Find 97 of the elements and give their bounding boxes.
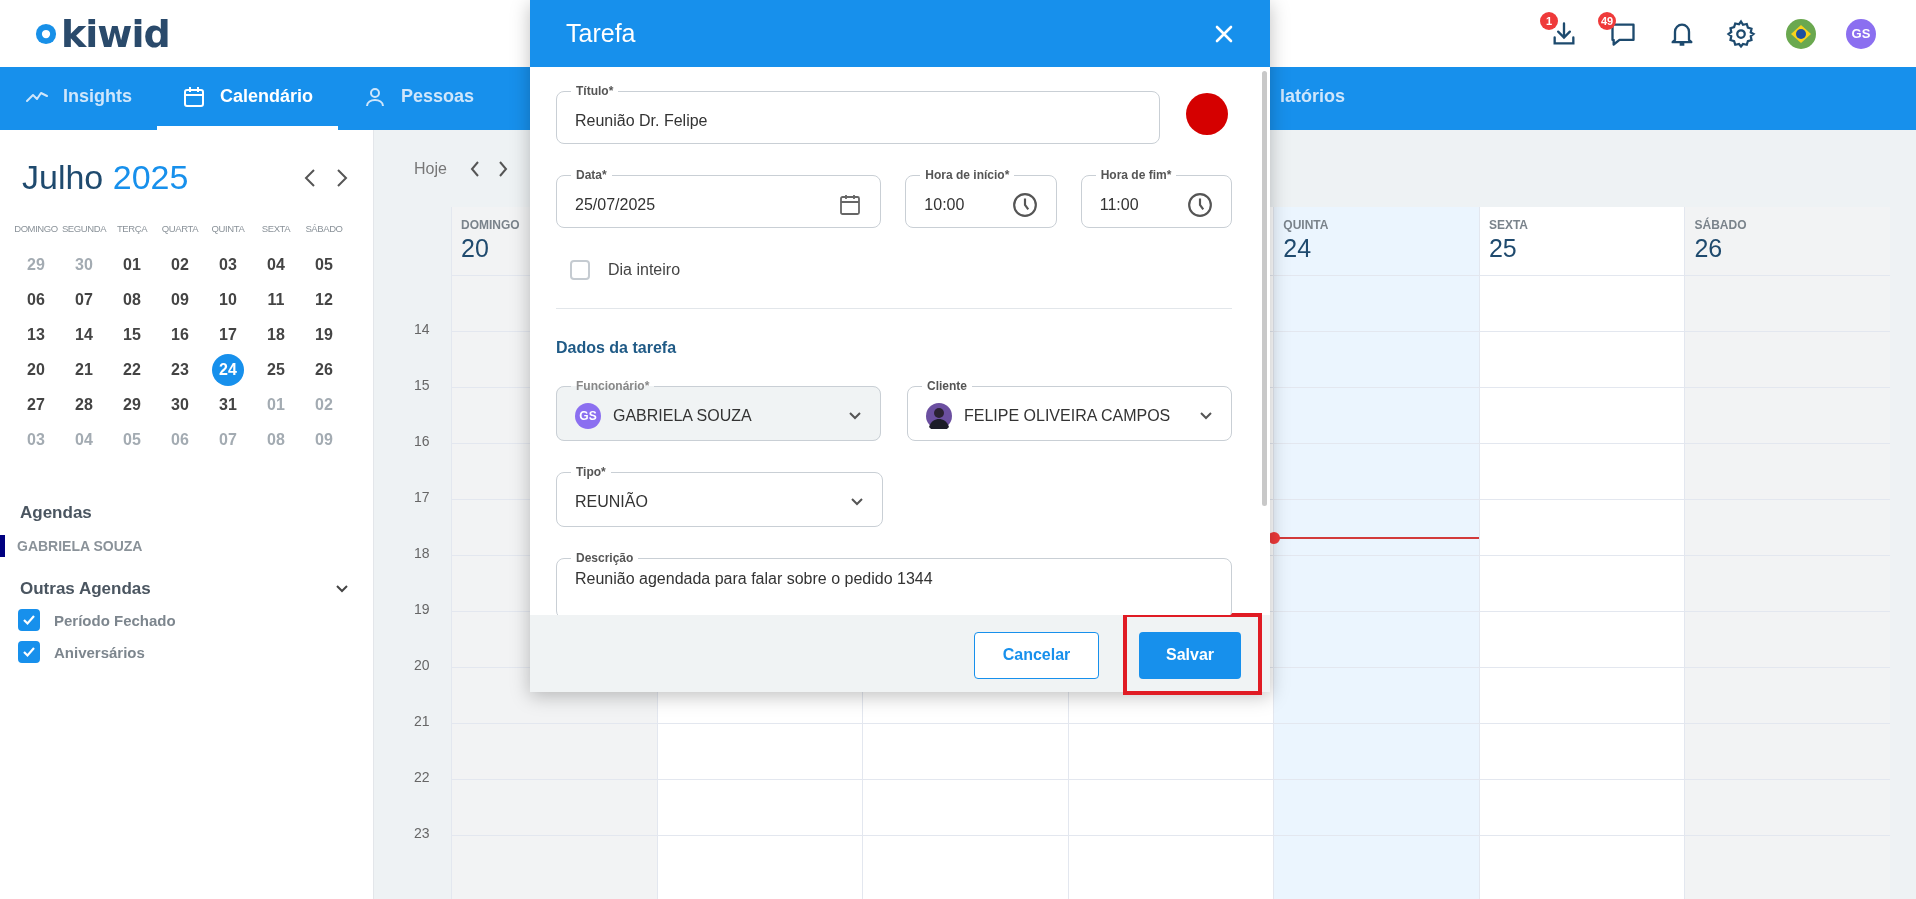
dialog-title: Tarefa: [566, 19, 636, 48]
previous-icon[interactable]: [303, 166, 317, 189]
calendar-day[interactable]: 10: [212, 283, 244, 316]
hour-label: 17: [414, 489, 430, 505]
calendar-day[interactable]: 02: [164, 248, 196, 281]
next-icon[interactable]: [335, 166, 349, 189]
start-time-field[interactable]: Hora de início* 10:00: [905, 167, 1057, 228]
calendar-day[interactable]: 22: [116, 353, 148, 386]
notification-badge: 1: [1540, 11, 1558, 30]
calendar-day[interactable]: 29: [116, 388, 148, 421]
calendar-icon: [182, 84, 206, 109]
chevron-icon: [848, 410, 862, 421]
checkbox-label: Dia inteiro: [608, 261, 681, 279]
weekday-label: DOMINGO: [13, 223, 59, 236]
calendar-day[interactable]: 27: [20, 388, 52, 421]
month-title: Julho 2025: [22, 158, 189, 197]
day-name: SÁBADO: [1694, 218, 1748, 232]
hour-label: 15: [414, 377, 430, 393]
hour-label: 23: [414, 825, 430, 841]
calendar-day[interactable]: 18: [260, 318, 292, 351]
weekday-label: SÁBADO: [304, 223, 344, 236]
calendar-day[interactable]: 28: [68, 388, 100, 421]
color-swatch[interactable]: [1186, 92, 1228, 135]
avatar-icon: [926, 402, 952, 429]
flag-icon[interactable]: [1786, 18, 1816, 49]
day-number: 20: [461, 234, 490, 263]
calendar-day[interactable]: 07: [68, 283, 100, 316]
weekday-label: TERÇA: [115, 223, 149, 236]
chevron-icon: [1199, 410, 1213, 421]
section-heading: Dados da tarefa: [556, 339, 678, 357]
weekday-label: QUINTA: [210, 223, 246, 236]
checkbox[interactable]: [18, 609, 40, 631]
checkbox-label: Aniversários: [54, 643, 145, 661]
today-button[interactable]: Hoje: [414, 159, 447, 178]
hour-label: 14: [414, 321, 430, 337]
day-number: 26: [1694, 234, 1724, 263]
calendar-day[interactable]: 21: [68, 353, 100, 386]
hour-label: 19: [414, 601, 430, 617]
checkbox-label: Período Fechado: [54, 611, 176, 629]
calendar-day[interactable]: 12: [308, 283, 340, 316]
calendar-day[interactable]: 14: [68, 318, 100, 351]
calendar-day[interactable]: 04: [260, 248, 292, 281]
hour-label: 16: [414, 433, 430, 449]
clock-icon: [1187, 191, 1213, 218]
calendar-day[interactable]: 11: [260, 283, 292, 316]
calendar-day[interactable]: 05: [308, 248, 340, 281]
calendar-day[interactable]: 01: [116, 248, 148, 281]
notification-badge: 49: [1598, 11, 1616, 30]
section-heading: Outras Agendas: [20, 579, 151, 599]
date-field[interactable]: Data* 25/07/2025: [556, 167, 882, 228]
close-icon[interactable]: [1214, 23, 1234, 44]
calendar-day[interactable]: 25: [260, 353, 292, 386]
end-time-field[interactable]: Hora de fim* 11:00: [1080, 167, 1232, 228]
hour-label: 22: [414, 769, 430, 785]
calendar-day[interactable]: 13: [20, 318, 52, 351]
day-name: SEXTA: [1488, 218, 1529, 232]
calendar-day[interactable]: 19: [308, 318, 340, 351]
hour-label: 20: [414, 657, 430, 673]
calendar-day[interactable]: 08: [116, 283, 148, 316]
calendar-day[interactable]: 23: [164, 353, 196, 386]
calendar-day[interactable]: 31: [212, 388, 244, 421]
checkbox[interactable]: [18, 641, 40, 663]
weekday-label: SEGUNDA: [60, 223, 108, 236]
checkbox[interactable]: [570, 260, 590, 280]
user-avatar[interactable]: GS: [1846, 18, 1876, 49]
type-select[interactable]: Tipo* REUNIÃO: [556, 464, 883, 527]
settings-icon[interactable]: [1726, 18, 1756, 49]
calendar-day[interactable]: 03: [212, 248, 244, 281]
user-avatar: GS: [575, 402, 601, 429]
weekday-label: SEXTA: [260, 223, 292, 236]
chevron-icon[interactable]: [335, 584, 349, 594]
calendar-day[interactable]: 15: [116, 318, 148, 351]
clock-icon: [1011, 191, 1038, 218]
day-number: 25: [1488, 234, 1518, 263]
description-field[interactable]: Descrição Reunião agendada para falar sobre o pedido 1344: [556, 550, 1232, 615]
next-icon[interactable]: [496, 159, 509, 178]
hour-label: 21: [414, 713, 430, 729]
calendar-icon: [838, 192, 863, 217]
title-field[interactable]: Título* Reunião Dr. Felipe: [556, 83, 1160, 144]
day-number: 24: [1283, 234, 1313, 263]
calendar-day[interactable]: 26: [308, 353, 340, 386]
logo: kiwid: [35, 11, 170, 56]
chevron-icon: [850, 496, 864, 507]
scrollbar[interactable]: [1262, 71, 1267, 506]
calendar-day[interactable]: 06: [20, 283, 52, 316]
calendar-day[interactable]: 17: [212, 318, 244, 351]
client-select[interactable]: Cliente FELIPE OLIVEIRA CAMPOS: [907, 378, 1232, 441]
day-name: QUINTA: [1283, 218, 1330, 232]
previous-icon[interactable]: [468, 159, 481, 178]
section-heading: Agendas: [19, 502, 93, 523]
calendar-day[interactable]: 20: [20, 353, 52, 386]
calendar-day[interactable]: 30: [164, 388, 196, 421]
day-name: DOMINGO: [461, 218, 521, 232]
hour-label: 18: [414, 545, 430, 561]
calendar-day[interactable]: 16: [164, 318, 196, 351]
weekday-label: QUARTA: [160, 223, 200, 236]
calendar-day[interactable]: 09: [164, 283, 196, 316]
